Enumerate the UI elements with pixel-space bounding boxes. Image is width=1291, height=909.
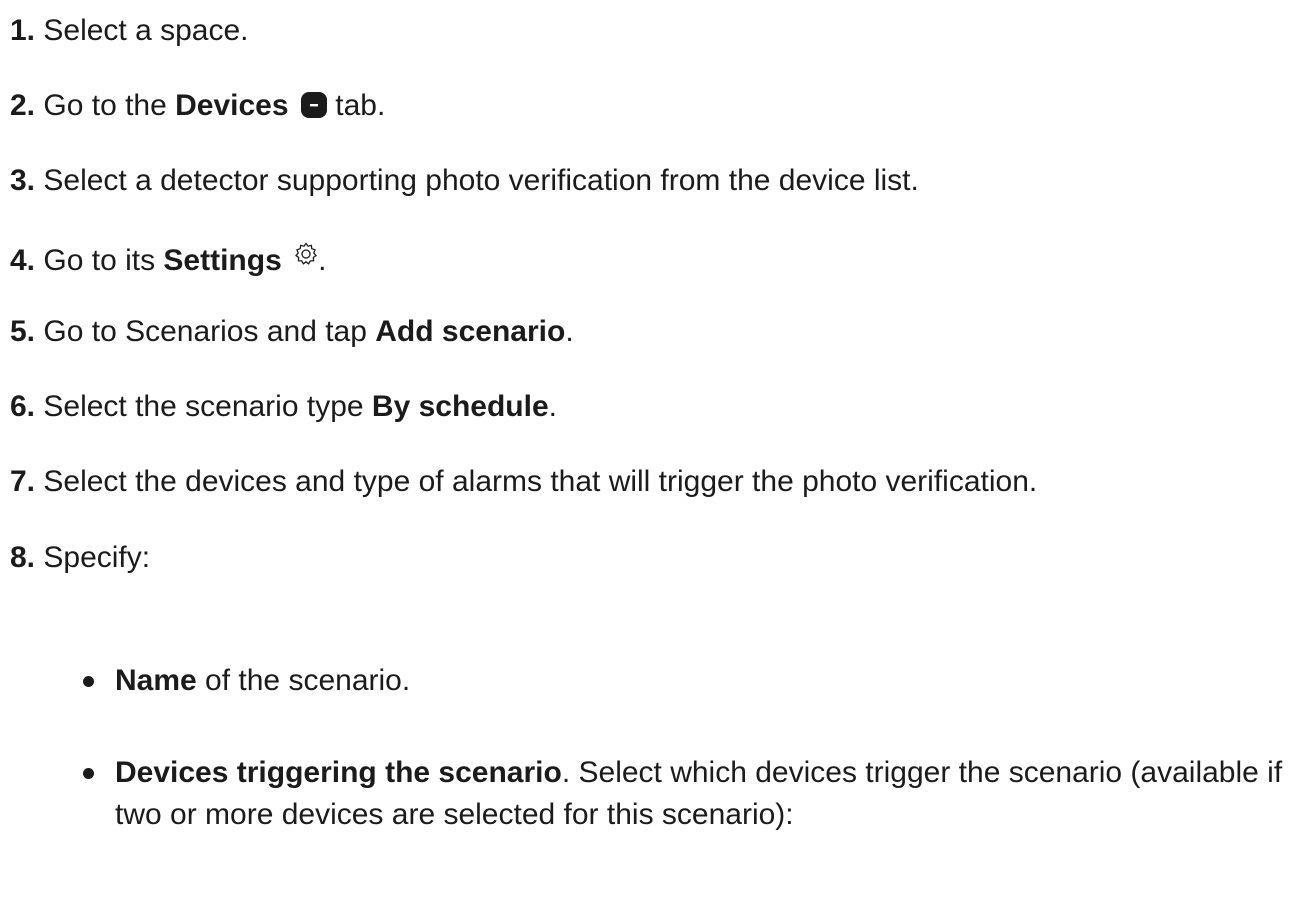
bullet-text: of the scenario.: [196, 664, 411, 697]
step-text-post: .: [548, 390, 557, 423]
bullet-bold: Name: [115, 664, 197, 697]
step-text-post: .: [318, 244, 327, 277]
by-schedule-label: By schedule: [371, 390, 549, 423]
gear-icon: [294, 236, 318, 265]
step-text: Go to the: [43, 89, 176, 122]
step-text: Select a detector supporting photo verif…: [43, 164, 919, 197]
add-scenario-label: Add scenario: [375, 315, 566, 348]
step-1: 1. Select a space.: [10, 10, 249, 52]
step-text-post: .: [565, 315, 574, 348]
step-number: 4.: [10, 244, 36, 277]
bullet-dot: [83, 768, 94, 779]
bullet-dot: [83, 676, 94, 687]
settings-label: Settings: [163, 244, 282, 277]
devices-label: Devices: [175, 89, 289, 122]
step-7: 7. Select the devices and type of alarms…: [10, 461, 1037, 503]
step-text: Specify:: [43, 541, 151, 574]
step-number: 5.: [10, 315, 36, 348]
step-number: 7.: [10, 465, 36, 498]
step-text: Go to its: [43, 244, 164, 277]
step-8: 8. Specify:: [10, 537, 150, 579]
step-number: 8.: [10, 541, 36, 574]
bullet-item-devices: Devices triggering the scenario. Select …: [83, 752, 1285, 836]
step-3: 3. Select a detector supporting photo ve…: [10, 160, 919, 202]
step-text: Select the devices and type of alarms th…: [43, 465, 1038, 498]
step-5: 5. Go to Scenarios and tap Add scenario.: [10, 311, 574, 353]
step-text: Select a space.: [43, 14, 249, 47]
step-number: 3.: [10, 164, 36, 197]
devices-tab-icon: [300, 88, 327, 118]
step-text: Go to Scenarios and tap: [43, 315, 376, 348]
step-number: 2.: [10, 89, 36, 122]
step-6: 6. Select the scenario type By schedule.: [10, 386, 557, 428]
step-2: 2. Go to the Devices tab.: [10, 85, 385, 127]
bullet-bold: Devices triggering the scenario: [115, 756, 562, 789]
step-text-post: tab.: [326, 89, 386, 122]
step-number: 1.: [10, 14, 36, 47]
step-4: 4. Go to its Settings .: [10, 236, 326, 282]
step-number: 6.: [10, 390, 36, 423]
bullet-item-name: Name of the scenario.: [83, 660, 1285, 702]
step-text: Select the scenario type: [43, 390, 372, 423]
